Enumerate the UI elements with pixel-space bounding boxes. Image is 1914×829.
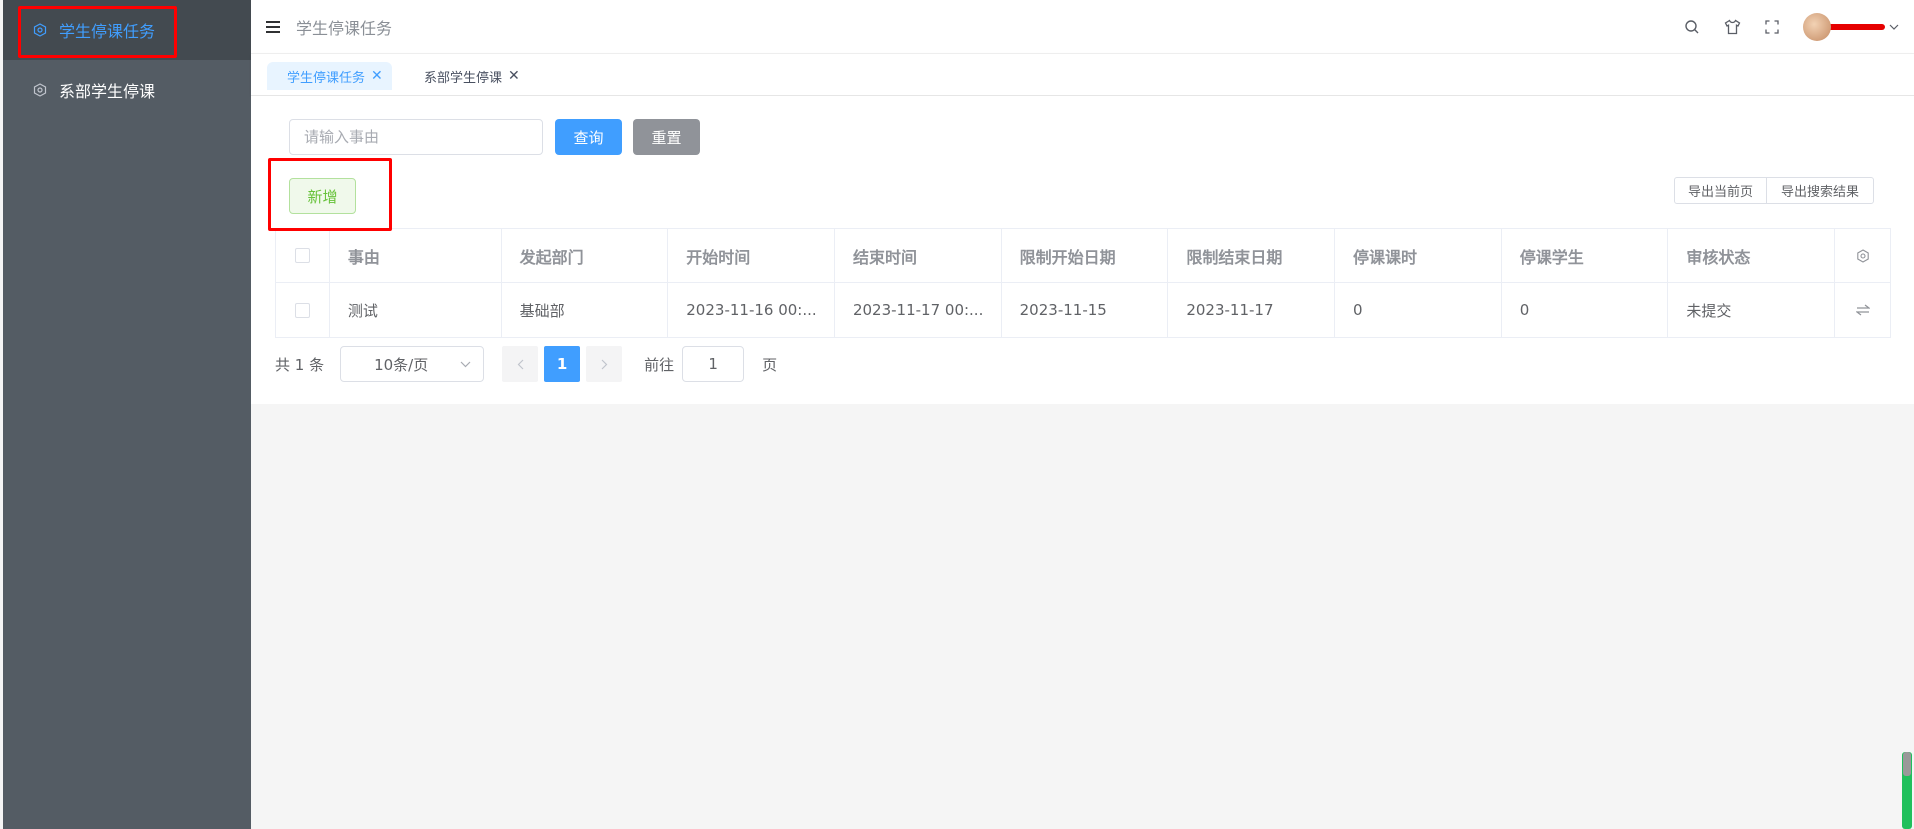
tab-student-suspension-task[interactable]: 学生停课任务 ✕ xyxy=(267,62,392,90)
table-cell: 2023-11-15 xyxy=(1002,283,1169,337)
select-all-checkbox[interactable] xyxy=(294,248,310,263)
goto-label: 前往 xyxy=(644,355,675,374)
swap-arrows-icon[interactable] xyxy=(1855,304,1870,316)
next-page-button[interactable] xyxy=(586,346,623,382)
export-search-results-button[interactable]: 导出搜索结果 xyxy=(1766,177,1874,204)
table-cell: 未提交 xyxy=(1668,283,1836,337)
table-row[interactable]: 测试 基础部 2023-11-16 00:... 2023-11-17 00:.… xyxy=(276,283,1890,337)
column-header[interactable]: 停课学生 xyxy=(1502,229,1669,282)
page-number-button[interactable]: 1 xyxy=(544,346,581,382)
page-suffix-label: 页 xyxy=(762,355,778,374)
chevron-down-icon xyxy=(1889,24,1899,30)
sidebar-item-label: 学生停课任务 xyxy=(59,22,156,41)
hexagon-settings-icon xyxy=(33,23,47,37)
column-header[interactable]: 限制结束日期 xyxy=(1168,229,1336,282)
export-current-page-button[interactable]: 导出当前页 xyxy=(1674,177,1767,204)
row-checkbox[interactable] xyxy=(294,302,310,318)
hamburger-icon[interactable] xyxy=(266,20,282,34)
table-cell: 2023-11-16 00:... xyxy=(668,283,835,337)
column-header[interactable]: 事由 xyxy=(330,229,502,282)
chevron-right-icon xyxy=(601,359,607,369)
column-header[interactable]: 开始时间 xyxy=(668,229,835,282)
table-cell: 基础部 xyxy=(502,283,669,337)
sidebar: 学生停课任务 系部学生停课 xyxy=(3,0,251,829)
data-table: 事由 发起部门 开始时间 结束时间 限制开始日期 限制结束日期 停课课时 停课学… xyxy=(275,228,1891,338)
table-cell: 2023-11-17 00:... xyxy=(835,283,1002,337)
tab-department-suspension[interactable]: 系部学生停课 ✕ xyxy=(404,62,529,90)
table-header-row: 事由 发起部门 开始时间 结束时间 限制开始日期 限制结束日期 停课课时 停课学… xyxy=(276,229,1890,283)
tags-view: 学生停课任务 ✕ 系部学生停课 ✕ xyxy=(251,54,1914,96)
tab-label: 学生停课任务 xyxy=(287,70,366,86)
page-size-select[interactable]: 10条/页 xyxy=(340,346,485,382)
row-action-cell xyxy=(1835,283,1890,337)
sidebar-item-department-suspension[interactable]: 系部学生停课 xyxy=(3,60,251,120)
main-content: 学生停课任务 学生停课任务 ✕ 系部学生停课 ✕ 请输入事由 查询 重置 新增 … xyxy=(251,0,1914,829)
prev-page-button[interactable] xyxy=(502,346,539,382)
reason-search-input[interactable] xyxy=(289,119,543,155)
column-header[interactable]: 结束时间 xyxy=(835,229,1002,282)
navbar: 学生停课任务 xyxy=(251,0,1914,54)
user-menu[interactable] xyxy=(1803,13,1899,41)
breadcrumb: 学生停课任务 xyxy=(296,18,393,38)
avatar xyxy=(1803,13,1831,41)
table-cell: 测试 xyxy=(330,283,502,337)
search-icon[interactable] xyxy=(1683,18,1701,36)
add-button[interactable]: 新增 xyxy=(289,178,356,214)
fullscreen-icon[interactable] xyxy=(1763,18,1781,36)
page-size-value: 10条/页 xyxy=(374,355,429,374)
chevron-down-icon xyxy=(460,361,471,368)
reset-button[interactable]: 重置 xyxy=(633,119,700,155)
row-select-cell xyxy=(276,283,330,337)
hexagon-settings-icon xyxy=(33,83,47,97)
navbar-right xyxy=(1683,0,1914,54)
pagination-total: 共 1 条 xyxy=(275,355,325,374)
content-card: 查询 重置 新增 导出当前页 导出搜索结果 事由 发起部门 开始时间 结束时间 … xyxy=(251,96,1914,404)
column-header[interactable]: 发起部门 xyxy=(502,229,669,282)
table-cell: 0 xyxy=(1335,283,1502,337)
select-all-cell xyxy=(276,229,330,282)
redacted-username xyxy=(1825,24,1885,30)
close-icon[interactable]: ✕ xyxy=(371,68,383,84)
tshirt-icon[interactable] xyxy=(1723,18,1741,36)
close-icon[interactable]: ✕ xyxy=(508,68,520,84)
scrollbar-thumb[interactable] xyxy=(1903,752,1911,776)
query-button[interactable]: 查询 xyxy=(555,119,622,155)
tab-label: 系部学生停课 xyxy=(424,70,503,86)
table-cell: 2023-11-17 xyxy=(1168,283,1336,337)
column-header[interactable]: 限制开始日期 xyxy=(1002,229,1169,282)
sidebar-item-label: 系部学生停课 xyxy=(59,82,156,101)
gear-icon[interactable] xyxy=(1856,248,1870,263)
goto-page-input[interactable] xyxy=(682,346,745,382)
pagination: 共 1 条 10条/页 1 前往 页 xyxy=(275,346,777,382)
column-header[interactable]: 停课课时 xyxy=(1335,229,1502,282)
table-cell: 0 xyxy=(1502,283,1669,337)
column-header[interactable]: 审核状态 xyxy=(1668,229,1836,282)
column-settings-cell xyxy=(1835,229,1890,282)
sidebar-item-student-suspension-task[interactable]: 学生停课任务 xyxy=(3,0,251,60)
chevron-left-icon xyxy=(517,359,524,369)
